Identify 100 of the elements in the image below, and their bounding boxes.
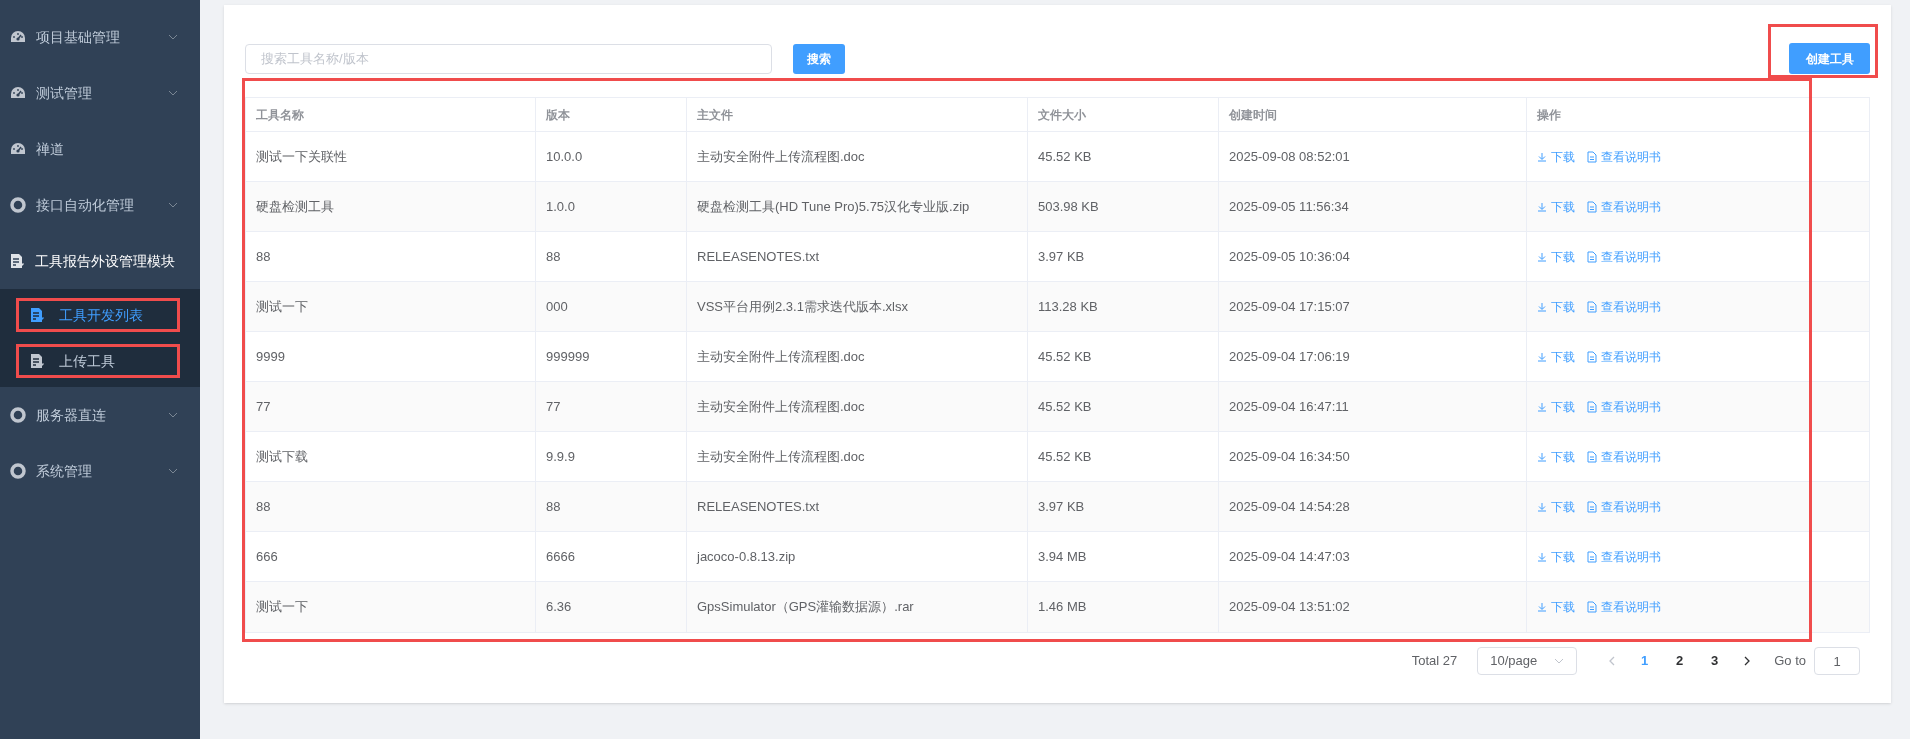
table-cell: 3.97 KB (1028, 232, 1219, 281)
view-manual-link[interactable]: 查看说明书 (1587, 297, 1661, 316)
table-cell: 77 (536, 382, 687, 431)
table-cell: VSS平台用例2.3.1需求迭代版本.xlsx (687, 282, 1028, 331)
table-cell: 2025-09-05 11:56:34 (1219, 182, 1527, 231)
chevron-right-icon (1744, 656, 1751, 666)
table-cell: 2025-09-04 16:34:50 (1219, 432, 1527, 481)
table-cell: 9999 (246, 332, 536, 381)
document-icon (1587, 400, 1597, 413)
download-icon (1537, 602, 1547, 612)
sidebar-item[interactable]: 工具报告外设管理模块 (0, 233, 200, 289)
download-link[interactable]: 下载 (1537, 297, 1575, 316)
view-manual-link[interactable]: 查看说明书 (1587, 347, 1661, 366)
table-cell: 测试一下 (246, 282, 536, 331)
view-manual-link[interactable]: 查看说明书 (1587, 247, 1661, 266)
view-manual-link[interactable]: 查看说明书 (1587, 197, 1661, 216)
chevron-down-icon (168, 90, 178, 96)
view-manual-link[interactable]: 查看说明书 (1587, 147, 1661, 166)
table-cell: 88 (246, 482, 536, 531)
download-icon (1537, 401, 1547, 412)
table-cell: 9.9.9 (536, 432, 687, 481)
table-cell: 1.46 MB (1028, 582, 1219, 632)
sidebar-item[interactable]: 禅道 (0, 121, 200, 177)
document-icon (1587, 601, 1597, 613)
sidebar-item[interactable]: 测试管理 (0, 65, 200, 121)
download-link[interactable]: 下载 (1537, 497, 1575, 516)
chevron-left-icon (1609, 656, 1616, 666)
table-cell: 2025-09-04 16:47:11 (1219, 382, 1527, 431)
chevron-down-icon (168, 34, 178, 40)
goto-label: Go to (1774, 652, 1806, 671)
table-cell: 2025-09-04 17:15:07 (1219, 282, 1527, 331)
document-icon (1587, 150, 1597, 163)
document-icon (1587, 350, 1597, 363)
download-link[interactable]: 下载 (1537, 147, 1575, 166)
document-icon (1587, 200, 1597, 213)
goto-page-field[interactable]: 1 (1814, 647, 1860, 675)
column-header: 工具名称 (246, 98, 536, 131)
table-cell: 2025-09-08 08:52:01 (1219, 132, 1527, 181)
document-icon (1587, 500, 1597, 513)
download-link[interactable]: 下载 (1537, 447, 1575, 466)
table-cell: 测试下载 (246, 432, 536, 481)
view-manual-link[interactable]: 查看说明书 (1587, 497, 1661, 516)
table-cell: 2025-09-05 10:36:04 (1219, 232, 1527, 281)
search-field[interactable]: 搜索工具名称/版本 (245, 43, 772, 74)
download-link[interactable]: 下载 (1537, 547, 1575, 566)
sidebar-item[interactable]: 项目基础管理 (0, 9, 200, 65)
gauge-icon (10, 30, 26, 44)
document-edit-icon (30, 307, 45, 323)
table-cell: 45.52 KB (1028, 382, 1219, 431)
table-cell: 88 (246, 232, 536, 281)
table-cell: 3.94 MB (1028, 532, 1219, 581)
table-cell: 503.98 KB (1028, 182, 1219, 231)
table-cell: 10.0.0 (536, 132, 687, 181)
table-cell: GpsSimulator（GPS灌输数据源）.rar (687, 582, 1028, 632)
table-cell: 硬盘检测工具 (246, 182, 536, 231)
page-number[interactable]: 2 (1662, 647, 1698, 675)
download-link[interactable]: 下载 (1537, 397, 1575, 416)
chevron-down-icon (1554, 658, 1565, 664)
table-cell: 45.52 KB (1028, 432, 1219, 481)
sidebar-item[interactable]: 服务器直连 (0, 387, 200, 443)
download-link[interactable]: 下载 (1537, 598, 1575, 616)
document-icon (1587, 250, 1597, 263)
document-icon (1587, 300, 1597, 313)
view-manual-link[interactable]: 查看说明书 (1587, 447, 1661, 466)
view-manual-link[interactable]: 查看说明书 (1587, 547, 1661, 566)
table-cell: RELEASENOTES.txt (687, 482, 1028, 531)
sidebar-item[interactable]: 系统管理 (0, 443, 200, 499)
submenu-item[interactable]: 工具开发列表 (0, 292, 200, 338)
table-cell: 45.52 KB (1028, 332, 1219, 381)
download-link[interactable]: 下载 (1537, 247, 1575, 266)
table-cell: 113.28 KB (1028, 282, 1219, 331)
total-count: Total 27 (1411, 652, 1458, 671)
page-size-select[interactable]: 10/page (1477, 647, 1578, 675)
table-cell: 主动安全附件上传流程图.doc (687, 332, 1028, 381)
column-header: 操作 (1536, 106, 1562, 124)
column-header: 创建时间 (1219, 98, 1527, 131)
download-icon (1537, 551, 1547, 562)
sidebar-item[interactable]: 接口自动化管理 (0, 177, 200, 233)
document-icon (1587, 550, 1597, 563)
table-cell: 硬盘检测工具(HD Tune Pro)5.75汉化专业版.zip (687, 182, 1028, 231)
table-cell: 45.52 KB (1028, 132, 1219, 181)
table-cell: 77 (246, 382, 536, 431)
download-icon (1537, 301, 1547, 312)
download-link[interactable]: 下载 (1537, 197, 1575, 216)
column-header: 主文件 (687, 98, 1028, 131)
submenu-item[interactable]: 上传工具 (0, 338, 200, 384)
download-icon (1537, 351, 1547, 362)
page-number[interactable]: 3 (1697, 647, 1733, 675)
download-icon (1537, 251, 1547, 262)
create-tool-button[interactable]: 创建工具 (1789, 43, 1870, 74)
download-link[interactable]: 下载 (1537, 347, 1575, 366)
view-manual-link[interactable]: 查看说明书 (1587, 397, 1661, 416)
ring-icon (10, 197, 26, 213)
table-cell: 2025-09-04 14:47:03 (1219, 532, 1527, 581)
table-cell: 88 (536, 482, 687, 531)
page-number[interactable]: 1 (1627, 647, 1663, 675)
view-manual-link[interactable]: 查看说明书 (1587, 598, 1661, 616)
table-cell: 6.36 (536, 582, 687, 632)
search-button[interactable]: 搜索 (793, 43, 845, 74)
document-icon (1587, 450, 1597, 463)
